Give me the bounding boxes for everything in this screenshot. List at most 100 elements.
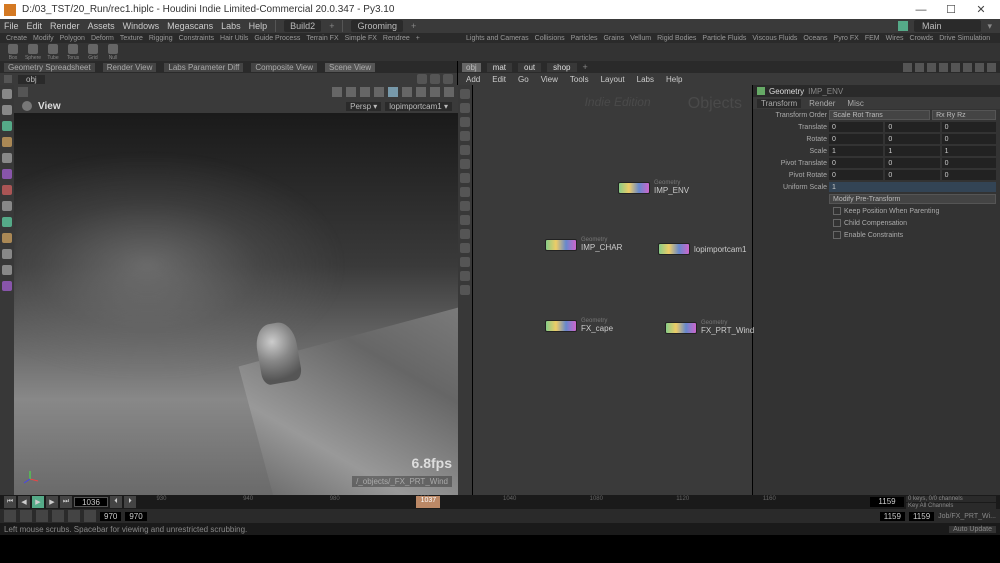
tool-icon[interactable] [2, 201, 12, 211]
net-menu-edit[interactable]: Edit [488, 75, 510, 84]
record-icon[interactable] [52, 510, 64, 522]
net-menu-go[interactable]: Go [514, 75, 533, 84]
shelf-add-icon[interactable]: + [329, 21, 334, 31]
view-icon[interactable] [939, 63, 948, 72]
menu-assets[interactable]: Assets [88, 21, 115, 31]
shelf-tab[interactable]: Wires [884, 35, 906, 42]
tool-icon[interactable] [2, 249, 12, 259]
grid-icon[interactable] [915, 63, 924, 72]
timeline-cursor[interactable]: 1037 [416, 496, 440, 508]
tx-input[interactable]: 0 [829, 122, 883, 132]
shelf-tab[interactable]: Crowds [908, 35, 936, 42]
network-node[interactable]: Geometry IMP_ENV [618, 180, 689, 195]
play-button[interactable]: ▶ [32, 496, 44, 508]
shelf-tab[interactable]: Particles [569, 35, 600, 42]
view-icon[interactable] [963, 63, 972, 72]
shelf-build[interactable]: Build2 [284, 20, 321, 32]
lock-icon[interactable] [4, 510, 16, 522]
net-menu-layout[interactable]: Layout [597, 75, 629, 84]
gear-icon[interactable] [987, 63, 996, 72]
ptz-input[interactable]: 0 [942, 158, 996, 168]
range-start-input[interactable]: 970 [100, 512, 121, 521]
net-menu-view[interactable]: View [537, 75, 562, 84]
pin-icon[interactable] [430, 74, 440, 84]
rx-input[interactable]: 0 [829, 134, 883, 144]
tool-icon[interactable] [444, 87, 454, 97]
display-option-icon[interactable] [460, 89, 470, 99]
display-option-icon[interactable] [460, 215, 470, 225]
range-end2-input[interactable]: 1159 [909, 512, 934, 521]
network-node[interactable]: Geometry IMP_CHAR [545, 237, 622, 252]
node-body[interactable] [545, 239, 577, 251]
net-menu-help[interactable]: Help [662, 75, 686, 84]
tool-icon[interactable] [388, 87, 398, 97]
pty-input[interactable]: 0 [885, 158, 939, 168]
node-body[interactable] [545, 320, 577, 332]
pane-tab-active[interactable]: Scene View [325, 63, 375, 72]
key-icon[interactable] [20, 510, 32, 522]
menu-labs[interactable]: Labs [221, 21, 241, 31]
ptx-input[interactable]: 0 [829, 158, 883, 168]
network-node[interactable]: lopimportcam1 [658, 243, 746, 255]
shelf-tab[interactable]: Vellum [628, 35, 653, 42]
menu-help[interactable]: Help [249, 21, 268, 31]
display-option-icon[interactable] [460, 173, 470, 183]
tool-icon[interactable] [416, 87, 426, 97]
uscale-input[interactable]: 1 [829, 182, 996, 192]
desktop-menu[interactable]: Main [914, 20, 982, 32]
pin-icon[interactable] [903, 63, 912, 72]
net-crumb[interactable]: shop [547, 63, 576, 72]
maximize-button[interactable]: ☐ [936, 3, 966, 16]
shelf-tab[interactable]: Hair Utils [218, 35, 250, 42]
shelf-tab[interactable]: Modify [31, 35, 56, 42]
prz-input[interactable]: 0 [942, 170, 996, 180]
first-frame-button[interactable]: ⏮ [4, 496, 16, 508]
net-crumb[interactable]: mat [487, 63, 512, 72]
display-option-icon[interactable] [460, 159, 470, 169]
viewport-3d[interactable]: 6.8fps /_objects/_FX_PRT_Wind [14, 113, 458, 495]
shelf-tool[interactable]: Torus [64, 44, 82, 61]
shelf-tab[interactable]: Rigging [147, 35, 175, 42]
check-keeppos[interactable] [833, 207, 841, 215]
shelf-tab[interactable]: Rigid Bodies [655, 35, 698, 42]
current-frame-input[interactable]: 1036 [74, 497, 108, 507]
shelf-tab[interactable]: FEM [863, 35, 882, 42]
close-button[interactable]: ✕ [966, 3, 996, 16]
check-constraints[interactable] [833, 231, 841, 239]
ty-input[interactable]: 0 [885, 122, 939, 132]
display-option-icon[interactable] [460, 271, 470, 281]
link-icon[interactable] [927, 63, 936, 72]
tool-icon[interactable] [84, 510, 96, 522]
pane-tab[interactable]: Render View [103, 63, 157, 72]
pane-tab[interactable]: Labs Parameter Diff [164, 63, 243, 72]
rz-input[interactable]: 0 [942, 134, 996, 144]
pane-tab[interactable]: Geometry Spreadsheet [4, 63, 95, 72]
context-obj[interactable]: obj [18, 75, 45, 84]
menu-windows[interactable]: Windows [123, 21, 160, 31]
pry-input[interactable]: 0 [885, 170, 939, 180]
scale-tool-icon[interactable] [2, 137, 12, 147]
next-key-button[interactable]: ⏵ [124, 496, 136, 508]
node-body[interactable] [658, 243, 690, 255]
tool-icon[interactable] [2, 169, 12, 179]
display-option-icon[interactable] [460, 145, 470, 155]
display-option-icon[interactable] [460, 187, 470, 197]
tool-icon[interactable] [374, 87, 384, 97]
tab-misc[interactable]: Misc [843, 99, 867, 108]
select-tool-icon[interactable] [2, 89, 12, 99]
tool-icon[interactable] [18, 87, 28, 97]
net-tab[interactable]: obj [462, 63, 481, 72]
shelf-tab[interactable]: Lights and Cameras [464, 35, 531, 42]
shelf-add-icon[interactable]: + [414, 35, 422, 42]
shelf-tab[interactable]: Grains [601, 35, 626, 42]
tool-icon[interactable] [2, 153, 12, 163]
key-mode[interactable]: Key All Channels [906, 503, 996, 509]
shelf-tab[interactable]: Simple FX [343, 35, 379, 42]
tab-transform[interactable]: Transform [757, 99, 801, 108]
network-node[interactable]: Geometry FX_PRT_Wind [665, 320, 754, 335]
tool-icon[interactable] [2, 281, 12, 291]
shelf-tab[interactable]: Texture [118, 35, 145, 42]
display-option-icon[interactable] [460, 117, 470, 127]
tool-icon[interactable] [402, 87, 412, 97]
tool-icon[interactable] [2, 265, 12, 275]
